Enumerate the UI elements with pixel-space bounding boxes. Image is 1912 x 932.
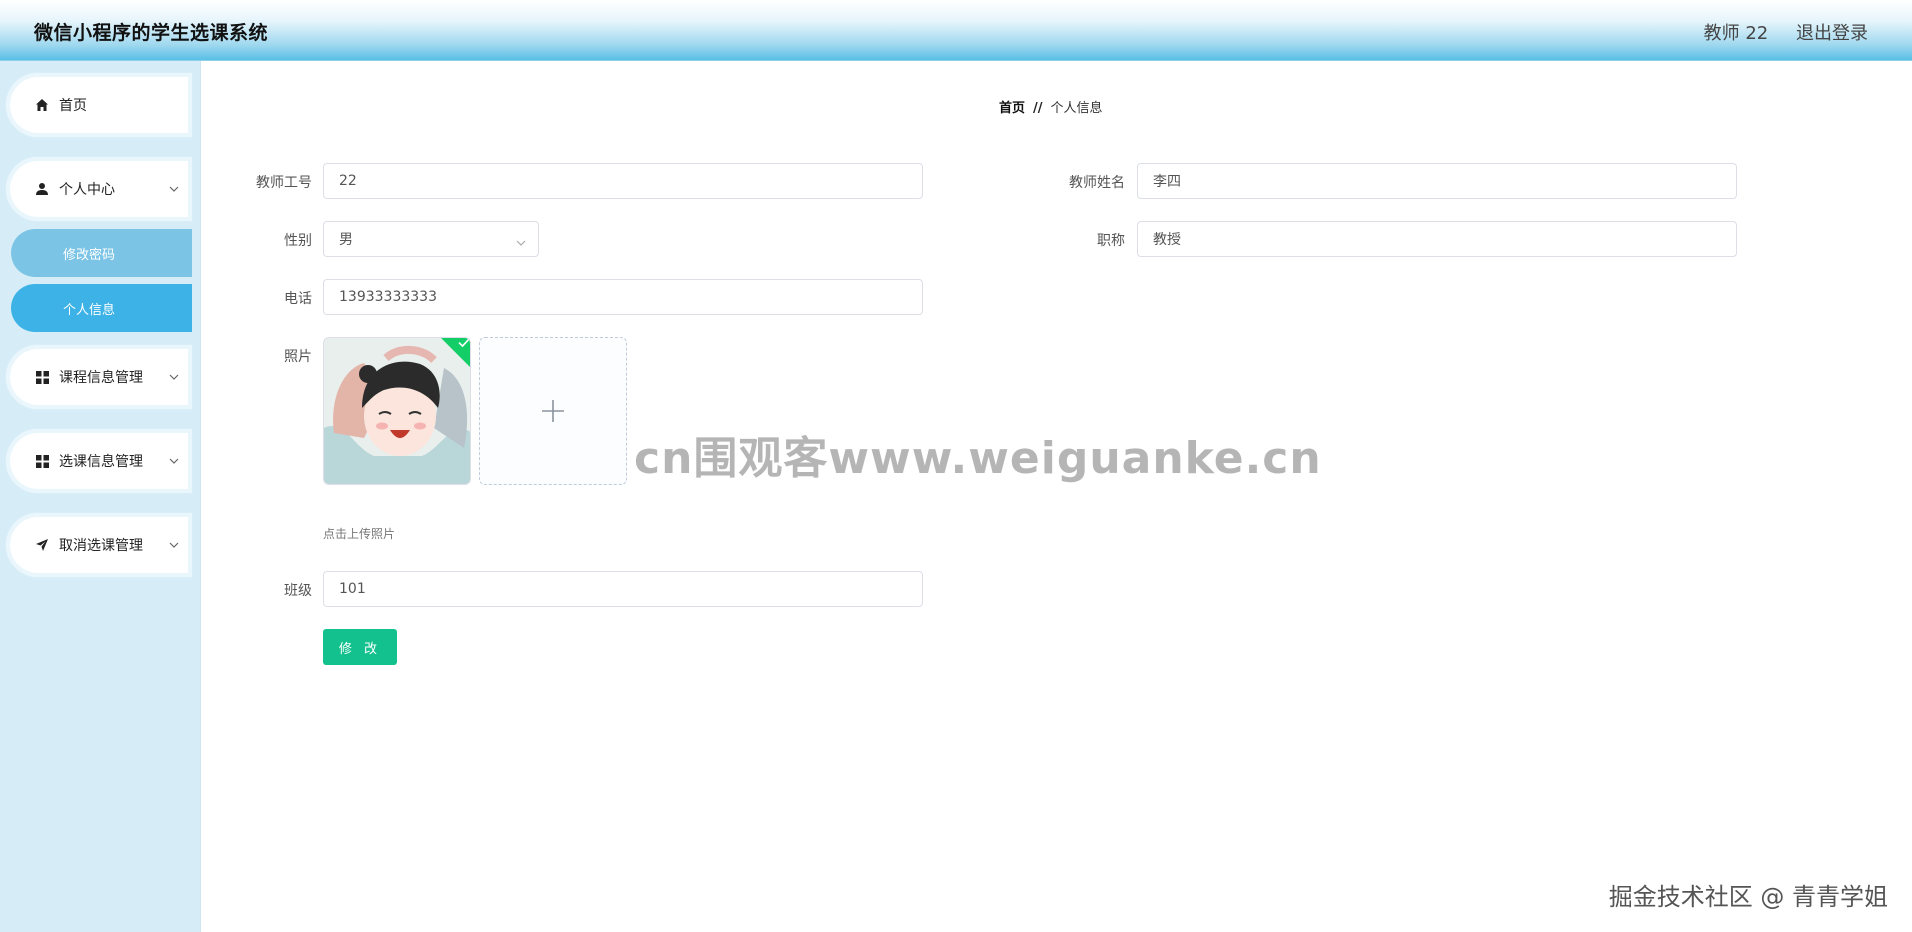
header-user-area: 教师 22 退出登录 bbox=[1682, 19, 1868, 45]
teacher-id-input[interactable] bbox=[323, 163, 923, 199]
app-title: 微信小程序的学生选课系统 bbox=[34, 22, 269, 44]
chevron-down-icon bbox=[168, 183, 180, 195]
sidebar-item-label: 取消选课管理 bbox=[59, 538, 143, 554]
sidebar-subitem-change-password[interactable]: 修改密码 bbox=[11, 229, 192, 277]
check-icon bbox=[458, 338, 470, 348]
gender-select[interactable]: 男 bbox=[323, 221, 539, 257]
user-icon bbox=[34, 181, 50, 197]
avatar-illustration bbox=[324, 338, 470, 484]
chevron-down-icon bbox=[168, 539, 180, 551]
sidebar-item-personal-center[interactable]: 个人中心 bbox=[6, 157, 192, 221]
sidebar-item-label: 选课信息管理 bbox=[59, 454, 143, 470]
chevron-down-icon bbox=[516, 234, 526, 250]
sidebar-item-label: 首页 bbox=[59, 98, 87, 114]
sidebar: 首页 个人中心 修改密码 个人信息 课程信息管理 选课信息管理 取消选课管理 bbox=[0, 61, 201, 932]
photo-label: 照片 bbox=[284, 349, 312, 365]
sidebar-item-cancel-selection[interactable]: 取消选课管理 bbox=[6, 513, 192, 577]
corner-watermark: 掘金技术社区 @ 青青学姐 bbox=[1608, 883, 1888, 911]
phone-label: 电话 bbox=[284, 291, 312, 307]
teacher-id-label: 教师工号 bbox=[256, 175, 312, 191]
gender-selected-value: 男 bbox=[339, 232, 353, 248]
phone-input[interactable] bbox=[323, 279, 923, 315]
grid-icon bbox=[34, 453, 50, 469]
photo-upload-tip: 点击上传照片 bbox=[323, 527, 396, 541]
job-title-label: 职称 bbox=[1097, 233, 1125, 249]
class-input[interactable] bbox=[323, 571, 923, 607]
job-title-input[interactable] bbox=[1137, 221, 1737, 257]
gender-label: 性别 bbox=[284, 233, 312, 249]
teacher-name-label: 教师姓名 bbox=[1069, 175, 1125, 191]
photo-upload-button[interactable] bbox=[479, 337, 627, 485]
teacher-name-input[interactable] bbox=[1137, 163, 1737, 199]
home-icon bbox=[34, 97, 50, 113]
submit-button[interactable]: 修 改 bbox=[323, 629, 397, 665]
breadcrumb-separator: // bbox=[1033, 101, 1043, 116]
center-watermark: cn围观客www.weiguanke.cn bbox=[634, 433, 1322, 484]
breadcrumb-home[interactable]: 首页 bbox=[999, 101, 1025, 116]
logout-link[interactable]: 退出登录 bbox=[1796, 23, 1868, 44]
sidebar-item-label: 个人中心 bbox=[59, 182, 115, 198]
breadcrumb-current: 个人信息 bbox=[1050, 101, 1103, 116]
send-icon bbox=[34, 537, 50, 553]
sidebar-item-selection-management[interactable]: 选课信息管理 bbox=[6, 429, 192, 493]
top-header: 微信小程序的学生选课系统 教师 22 退出登录 bbox=[0, 0, 1912, 61]
chevron-down-icon bbox=[168, 371, 180, 383]
sidebar-item-label: 课程信息管理 bbox=[59, 370, 143, 386]
breadcrumb: 首页 // 个人信息 bbox=[999, 97, 1103, 116]
sidebar-item-course-management[interactable]: 课程信息管理 bbox=[6, 345, 192, 409]
plus-icon bbox=[542, 400, 564, 422]
sidebar-item-home[interactable]: 首页 bbox=[6, 73, 192, 137]
current-user: 教师 22 bbox=[1703, 23, 1769, 44]
uploaded-photo[interactable] bbox=[323, 337, 471, 485]
class-label: 班级 bbox=[284, 583, 312, 599]
chevron-down-icon bbox=[168, 455, 180, 467]
sidebar-subitem-personal-info[interactable]: 个人信息 bbox=[11, 284, 192, 332]
grid-icon bbox=[34, 369, 50, 385]
